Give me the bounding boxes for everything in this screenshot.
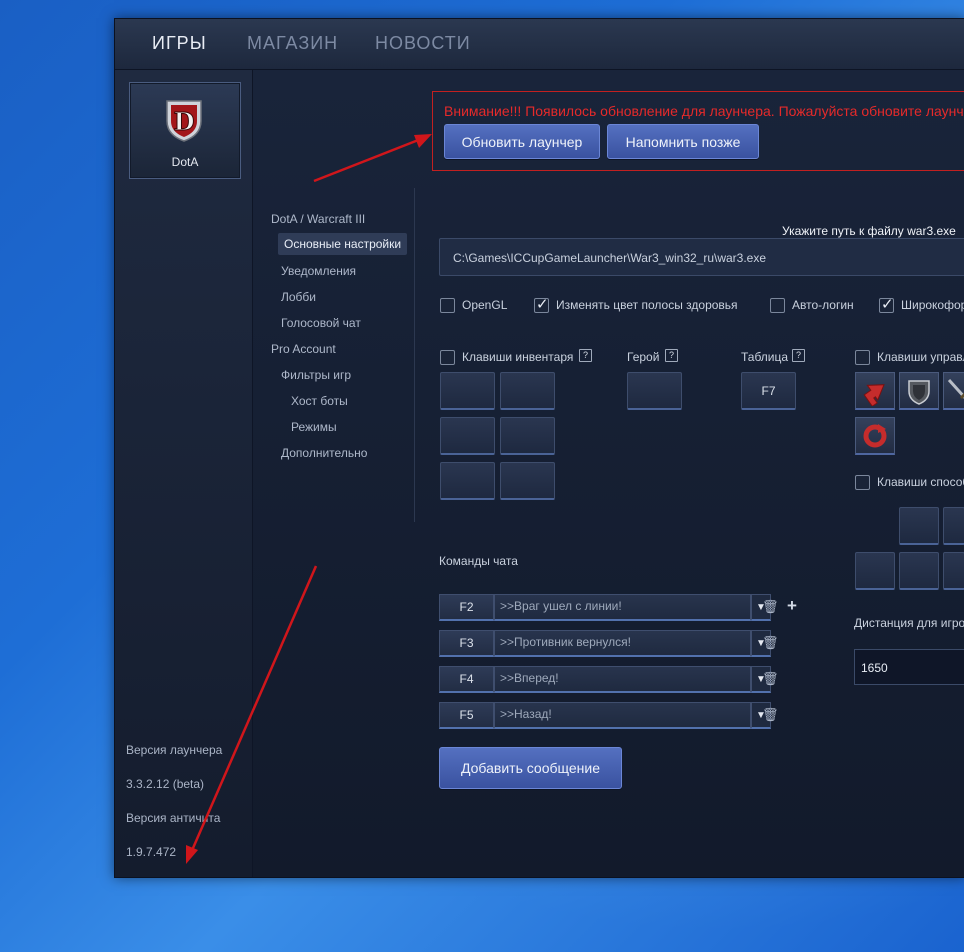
chat-key-button[interactable]: F2	[439, 594, 494, 621]
launcher-version-value: 3.3.2.12 (beta)	[126, 777, 205, 791]
auto-login-label: Авто-логин	[792, 298, 854, 312]
ability-slot-5[interactable]	[943, 552, 964, 590]
opengl-label: OpenGL	[462, 298, 508, 312]
dota-logo-icon: D	[166, 100, 202, 142]
widescreen-label: Широкоформатный	[901, 298, 964, 312]
ability-keys-checkbox[interactable]	[855, 475, 870, 490]
nav-dota-warcraft[interactable]: DotA / Warcraft III	[271, 212, 365, 226]
chat-message-select[interactable]: >>Противник вернулся!	[494, 630, 751, 657]
inventory-slot-5[interactable]	[440, 462, 495, 500]
svg-text:D: D	[174, 107, 195, 136]
ability-slot-3[interactable]	[855, 552, 895, 590]
move-command-tile[interactable]	[855, 372, 895, 410]
chat-key-button[interactable]: F3	[439, 630, 494, 657]
stop-command-tile[interactable]	[899, 372, 939, 410]
tab-shop[interactable]: МАГАЗИН	[247, 33, 338, 54]
launcher-version-label: Версия лаунчера	[126, 743, 223, 757]
inventory-keys-checkbox[interactable]	[440, 350, 455, 365]
chat-message-select[interactable]: >>Враг ушел с линии!	[494, 594, 751, 621]
anticheat-version-label: Версия античита	[126, 811, 221, 825]
health-bar-color-checkbox[interactable]: ✓	[534, 296, 549, 313]
trash-icon[interactable]: 🗑	[762, 671, 779, 687]
nav-divider	[414, 188, 415, 522]
trash-icon[interactable]: 🗑	[762, 599, 779, 615]
tab-games[interactable]: ИГРЫ	[152, 33, 207, 54]
nav-pro-account[interactable]: Pro Account	[271, 342, 336, 356]
tab-news[interactable]: НОВОСТИ	[375, 33, 471, 54]
chat-commands-label: Команды чата	[439, 554, 518, 568]
game-name: DotA	[171, 155, 199, 169]
inventory-slot-3[interactable]	[440, 417, 495, 455]
nav-additional[interactable]: Дополнительно	[281, 446, 367, 460]
inventory-slot-4[interactable]	[500, 417, 555, 455]
check-icon: ✓	[536, 296, 549, 313]
health-bar-color-label: Изменять цвет полосы здоровья	[556, 298, 738, 312]
hero-key-label: Герой	[627, 350, 660, 364]
distance-label: Дистанция для игрока	[854, 616, 964, 630]
help-icon[interactable]: ?	[579, 349, 592, 362]
chat-row: F5 >>Назад! ▼ 🗑	[439, 702, 779, 729]
ability-slot-2[interactable]	[943, 507, 964, 545]
chat-message-select[interactable]: >>Вперед!	[494, 666, 751, 693]
help-icon[interactable]: ?	[665, 349, 678, 362]
attack-command-tile[interactable]	[943, 372, 964, 410]
patrol-command-tile[interactable]	[855, 417, 895, 455]
ability-slot-4[interactable]	[899, 552, 939, 590]
chat-key-button[interactable]: F5	[439, 702, 494, 729]
chat-key-button[interactable]: F4	[439, 666, 494, 693]
nav-voice-chat[interactable]: Голосовой чат	[281, 316, 361, 330]
settings-panel: Внимание!!! Появилось обновление для лау…	[253, 70, 964, 877]
inventory-keys-label: Клавиши инвентаря	[462, 350, 574, 364]
remind-later-button[interactable]: Напомнить позже	[607, 124, 759, 159]
update-notice-text: Внимание!!! Появилось обновление для лау…	[444, 103, 964, 119]
control-keys-label: Клавиши управления	[877, 350, 964, 364]
update-notice: Внимание!!! Появилось обновление для лау…	[432, 91, 964, 171]
add-message-button[interactable]: Добавить сообщение	[439, 747, 622, 789]
move-arrow-icon	[863, 383, 885, 406]
chat-row: F4 >>Вперед! ▼ 🗑	[439, 666, 779, 693]
sword-icon	[947, 378, 964, 399]
opengl-checkbox[interactable]	[440, 298, 455, 313]
nav-notifications[interactable]: Уведомления	[281, 264, 356, 278]
ability-keys-label: Клавиши способностей	[877, 475, 964, 489]
patrol-cycle-icon	[863, 423, 887, 447]
help-icon[interactable]: ?	[792, 349, 805, 362]
shield-icon	[908, 379, 930, 405]
table-key-slot[interactable]: F7	[741, 372, 796, 410]
control-keys-checkbox[interactable]	[855, 350, 870, 365]
game-tile-dota[interactable]: D DotA	[129, 82, 241, 179]
launcher-window: ИГРЫ МАГАЗИН НОВОСТИ D DotA Версия лаунч…	[114, 18, 964, 878]
table-key-label: Таблица	[741, 350, 789, 364]
update-launcher-button[interactable]: Обновить лаунчер	[444, 124, 600, 159]
widescreen-checkbox[interactable]: ✓	[879, 296, 894, 313]
hero-key-slot[interactable]	[627, 372, 682, 410]
chat-message-select[interactable]: >>Назад!	[494, 702, 751, 729]
inventory-slot-6[interactable]	[500, 462, 555, 500]
nav-game-filters[interactable]: Фильтры игр	[281, 368, 351, 382]
ability-slot-1[interactable]	[899, 507, 939, 545]
games-sidebar: D DotA Версия лаунчера 3.3.2.12 (beta) В…	[115, 70, 253, 877]
chat-row: F2 >>Враг ушел с линии! ▼ 🗑 +	[439, 594, 797, 621]
nav-lobby[interactable]: Лобби	[281, 290, 316, 304]
distance-input[interactable]: 1650	[854, 649, 964, 685]
war3-path-label: Укажите путь к файлу war3.exe	[782, 224, 956, 238]
war3-path-input[interactable]: C:\Games\ICCupGameLauncher\War3_win32_ru…	[439, 238, 964, 276]
trash-icon[interactable]: 🗑	[762, 707, 779, 723]
auto-login-checkbox[interactable]	[770, 298, 785, 313]
inventory-slot-1[interactable]	[440, 372, 495, 410]
chat-row: F3 >>Противник вернулся! ▼ 🗑	[439, 630, 779, 657]
trash-icon[interactable]: 🗑	[762, 635, 779, 651]
top-navigation: ИГРЫ МАГАЗИН НОВОСТИ	[115, 19, 964, 70]
anticheat-version-value: 1.9.7.472	[126, 845, 177, 859]
nav-modes[interactable]: Режимы	[291, 420, 337, 434]
add-icon[interactable]: +	[787, 596, 797, 616]
check-icon: ✓	[881, 296, 894, 313]
nav-basic-settings[interactable]: Основные настройки	[278, 233, 408, 255]
nav-host-bots[interactable]: Хост боты	[291, 394, 348, 408]
inventory-slot-2[interactable]	[500, 372, 555, 410]
